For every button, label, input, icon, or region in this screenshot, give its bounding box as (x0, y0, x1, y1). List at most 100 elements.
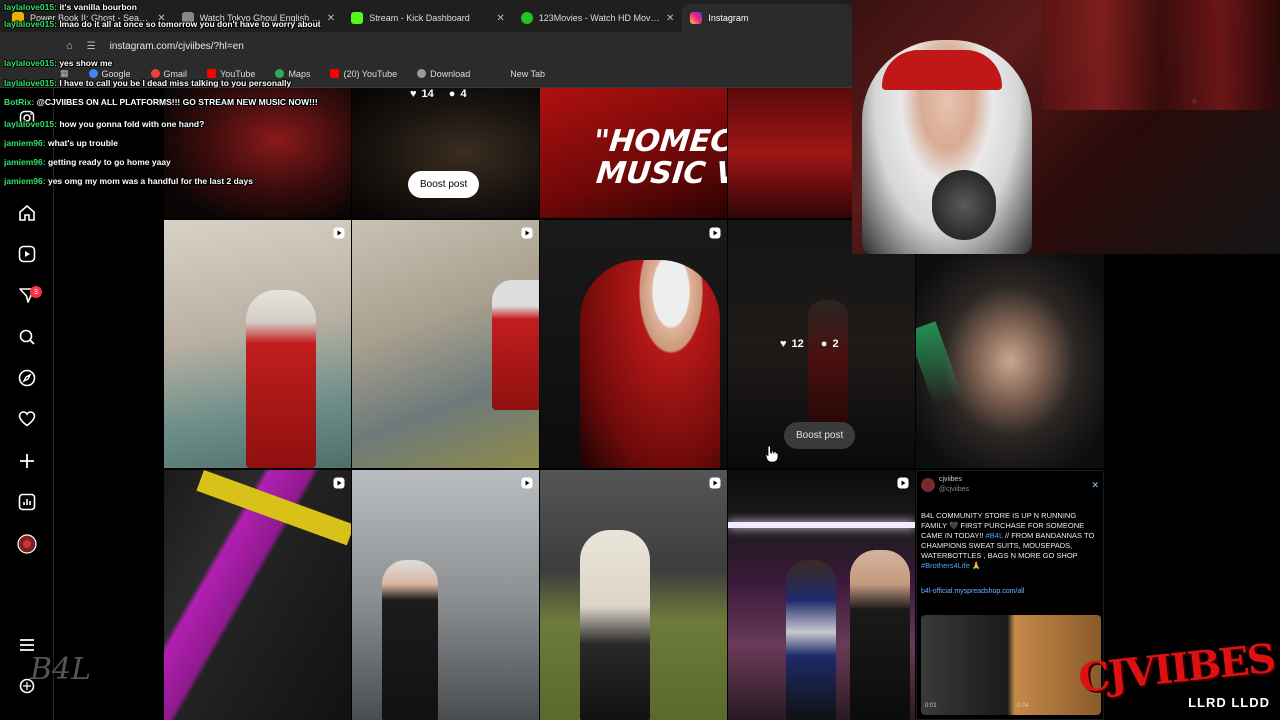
tab-123movies[interactable]: 123Movies - Watch HD Movies ✕ (513, 4, 683, 32)
bookmark-label: Gmail (163, 68, 188, 79)
home-icon[interactable] (17, 203, 37, 223)
create-icon[interactable] (17, 451, 37, 471)
homecoming-line: "HOMECO (591, 124, 727, 159)
tab-favicon (690, 12, 703, 24)
tab-instagram[interactable]: Instagram (682, 4, 852, 32)
close-icon[interactable]: ✕ (496, 13, 504, 24)
close-icon[interactable]: ✕ (666, 13, 674, 24)
bookmark-download[interactable]: Download (417, 69, 470, 79)
reels-icon (521, 476, 533, 489)
bookmark-google[interactable]: Google (88, 68, 131, 79)
post-tile[interactable] (728, 470, 915, 720)
post-tile[interactable] (352, 220, 539, 468)
chat-username: laylalove015: (4, 58, 57, 68)
chat-text: how you gonna fold with one hand? (59, 119, 205, 129)
chat-text: it's vanilla bourbon (59, 2, 137, 12)
post-caption: B4L COMMUNITY STORE IS UP N RUNNING FAMI… (921, 511, 1095, 570)
dog-photo (921, 615, 1101, 715)
reels-icon (709, 476, 721, 489)
dashboard-icon[interactable] (17, 492, 37, 512)
post-tile[interactable] (164, 470, 351, 720)
post-tile[interactable] (352, 470, 539, 720)
post-tile[interactable] (164, 88, 351, 218)
tab-favicon (520, 12, 533, 24)
chat-username: jamiem96: (4, 157, 46, 167)
heart-icon[interactable] (17, 409, 37, 429)
chat-message: laylalove015: how you gonna fold with on… (4, 119, 204, 129)
hashtag[interactable]: #Brothers4Life (921, 561, 970, 570)
profile-icon[interactable] (17, 534, 37, 554)
bookmark-label: (20) YouTube (343, 68, 398, 79)
chat-message: laylalove015: I have to call you be I de… (4, 78, 291, 88)
post-tile[interactable] (916, 254, 1104, 468)
person-figure (382, 560, 438, 720)
person-figure (246, 290, 316, 468)
search-icon[interactable] (17, 327, 37, 347)
chat-message: laylalove015: yes show me (4, 58, 112, 68)
comments-count: 2 (832, 338, 839, 350)
post-tile[interactable]: ♥ 14 ● 4 Boost post (352, 88, 539, 218)
post-tile[interactable] (728, 88, 852, 218)
person-figure (580, 260, 720, 468)
tab-label: Stream - Kick Dashboard (369, 13, 470, 23)
chat-message: laylalove015: it's vanilla bourbon (4, 2, 137, 12)
bookmark-new-tab[interactable]: New Tab (510, 69, 545, 79)
tab-label: 123Movies - Watch HD Movies (538, 13, 660, 23)
post-tile[interactable] (540, 220, 727, 468)
boost-post-button[interactable]: Boost post (784, 422, 856, 449)
chat-text: getting ready to go home yaay (47, 157, 171, 167)
chat-message: jamiem96: what's up trouble (4, 138, 118, 148)
likes-count: 12 (791, 338, 804, 350)
chat-username: jamiem96: (4, 176, 46, 186)
url-field[interactable]: instagram.com/cjviibes/?hl=en (110, 41, 852, 52)
post-tile-hovered[interactable]: ♥ 12 ● 2 Boost post (728, 220, 915, 468)
person-figure (786, 560, 836, 720)
video-time: 0:01 (925, 703, 937, 709)
post-tile[interactable] (164, 220, 351, 468)
streamer-cap (882, 50, 1002, 90)
comment-icon: ● (448, 88, 456, 100)
home-icon[interactable]: ⌂ (66, 40, 73, 52)
tab-favicon (351, 12, 364, 24)
microphone (932, 170, 996, 240)
address-bar: ⌂ ☰ instagram.com/cjviibes/?hl=en (0, 32, 852, 60)
bookmark-label: Download (430, 68, 471, 79)
bookmark-label: Google (101, 68, 131, 79)
globe-icon (417, 69, 427, 78)
explore-icon[interactable] (17, 368, 37, 388)
notifications-badge: 3 (30, 286, 42, 298)
promo-post-tile[interactable]: cjviibes @cjviibes ✕ B4L COMMUNITY STORE… (916, 470, 1104, 720)
brand-subtitle: LLRD LLDD (1188, 695, 1270, 710)
homecoming-line: MUSIC VIL (594, 156, 727, 191)
tab-kick-dashboard[interactable]: Stream - Kick Dashboard ✕ (343, 4, 513, 32)
post-image (352, 470, 539, 720)
cjviibes-logo: CJVIIBES (1075, 634, 1276, 703)
person-figure (492, 280, 539, 410)
avatar (921, 478, 935, 492)
chat-message: jamiem96: yes omg my mom was a handful f… (4, 176, 253, 186)
close-icon[interactable]: ✕ (327, 13, 335, 24)
chat-message: BotRix: @CJVIIBES ON ALL PLATFORMS!!! GO… (4, 97, 318, 107)
shop-link[interactable]: b4l-official.myspreadshop.com/all (921, 587, 1099, 597)
heart-icon: ♥ (410, 88, 417, 100)
chat-text: what's up trouble (47, 138, 118, 148)
bookmark-youtube[interactable]: YouTube (207, 69, 255, 79)
likes-count: 14 (421, 88, 434, 100)
post-tile[interactable]: "HOMECO MUSIC VIL (540, 88, 727, 218)
youtube-icon (207, 69, 217, 78)
site-settings-icon[interactable]: ☰ (87, 41, 96, 52)
person-figure (808, 300, 848, 440)
b4l-signature: B4L (30, 652, 92, 687)
bookmark-gmail[interactable]: Gmail (150, 68, 188, 79)
reels-icon (521, 226, 533, 239)
hashtag[interactable]: #B4L (986, 531, 1003, 540)
chat-username: BotRix: (4, 97, 35, 107)
post-image (728, 88, 852, 218)
ceiling-light (728, 522, 915, 528)
boost-post-button[interactable]: Boost post (408, 171, 480, 198)
bookmark-youtube-20[interactable]: (20) YouTube (330, 69, 397, 79)
post-tile[interactable] (540, 470, 727, 720)
post-author: cjviibes @cjviibes ✕ (921, 475, 1099, 495)
reels-icon[interactable] (17, 244, 37, 264)
bookmark-maps[interactable]: Maps (275, 69, 310, 79)
